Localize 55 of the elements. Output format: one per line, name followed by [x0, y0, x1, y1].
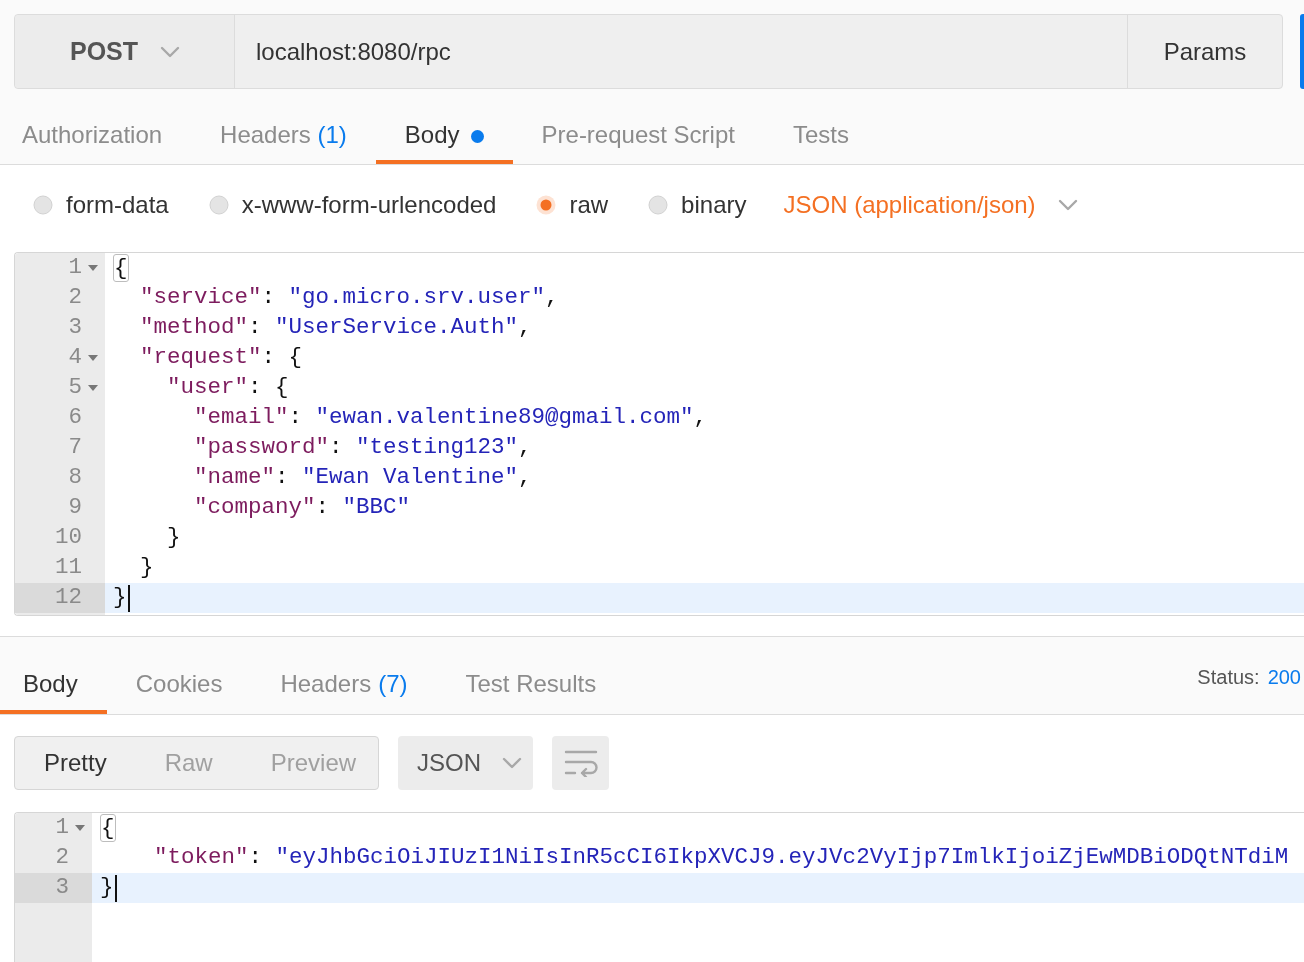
- code-line: }: [113, 583, 127, 613]
- line-number: 7: [67, 433, 82, 463]
- code-line: "user": {: [167, 373, 289, 403]
- tab[interactable]: Tests: [763, 89, 878, 164]
- line-number: 12: [54, 583, 82, 613]
- line-number: 6: [67, 403, 82, 433]
- chevron-down-icon: [502, 757, 522, 769]
- radio-option[interactable]: form-data: [33, 186, 169, 223]
- tab[interactable]: Test Results: [436, 637, 626, 714]
- line-number: 4: [67, 343, 82, 373]
- code-line: "service": "go.micro.srv.user",: [140, 283, 559, 313]
- line-number: 1: [54, 813, 69, 843]
- line-number: 9: [67, 493, 82, 523]
- wrap-lines-icon: [563, 749, 598, 777]
- view-mode-tab[interactable]: Pretty: [15, 737, 136, 789]
- chevron-down-icon: [1057, 198, 1078, 211]
- radio-option[interactable]: binary: [648, 186, 747, 223]
- tab[interactable]: Cookies: [106, 637, 252, 714]
- line-number: 5: [67, 373, 82, 403]
- line-number: 3: [54, 873, 69, 903]
- params-button[interactable]: Params: [1127, 15, 1282, 88]
- line-number: 8: [67, 463, 82, 493]
- line-number: 1: [67, 253, 82, 283]
- wrap-button[interactable]: [552, 736, 609, 790]
- code-line: }: [140, 553, 154, 583]
- format-dropdown[interactable]: JSON: [398, 736, 533, 790]
- tab[interactable]: Headers (1): [191, 89, 376, 164]
- code-line: }: [100, 873, 114, 903]
- tab[interactable]: Authorization: [0, 89, 192, 164]
- line-number: 2: [54, 843, 69, 873]
- tab[interactable]: Body: [0, 637, 107, 714]
- radio-option[interactable]: raw: [536, 186, 609, 223]
- code-line: "request": {: [140, 343, 303, 373]
- cut-off-button[interactable]: [1300, 14, 1304, 89]
- radio-option[interactable]: x-www-form-urlencoded: [208, 186, 497, 223]
- tab[interactable]: Headers (7): [251, 637, 437, 714]
- chevron-down-icon: [160, 45, 181, 58]
- url-field[interactable]: localhost:8080/rpc: [235, 15, 1127, 88]
- code-line: "company": "BBC": [194, 493, 411, 523]
- line-number: 3: [67, 313, 82, 343]
- text-cursor-icon: [127, 584, 130, 612]
- code-line: "method": "UserService.Auth",: [140, 313, 532, 343]
- code-line: "password": "testing123",: [194, 433, 532, 463]
- code-line: "token": "eyJhbGciOiJIUzI1NiIsInR5cCI6IkpXVCJ9.eyJVc2VyIjp7ImlkIjoiZjEwMDBiODQtNTdiM: [154, 843, 1289, 873]
- line-number: 2: [67, 283, 82, 313]
- code-line: "email": "ewan.valentine89@gmail.com",: [194, 403, 708, 433]
- text-cursor-icon: [114, 874, 117, 902]
- line-number: 10: [54, 523, 82, 553]
- status-label: Status:: [1197, 665, 1260, 690]
- line-number: 11: [54, 553, 82, 583]
- status-code: 200: [1267, 665, 1301, 690]
- code-line: }: [167, 523, 181, 553]
- tab[interactable]: Pre-request Script: [512, 89, 764, 164]
- code-line: "name": "Ewan Valentine",: [194, 463, 532, 493]
- tab[interactable]: Body: [375, 89, 513, 164]
